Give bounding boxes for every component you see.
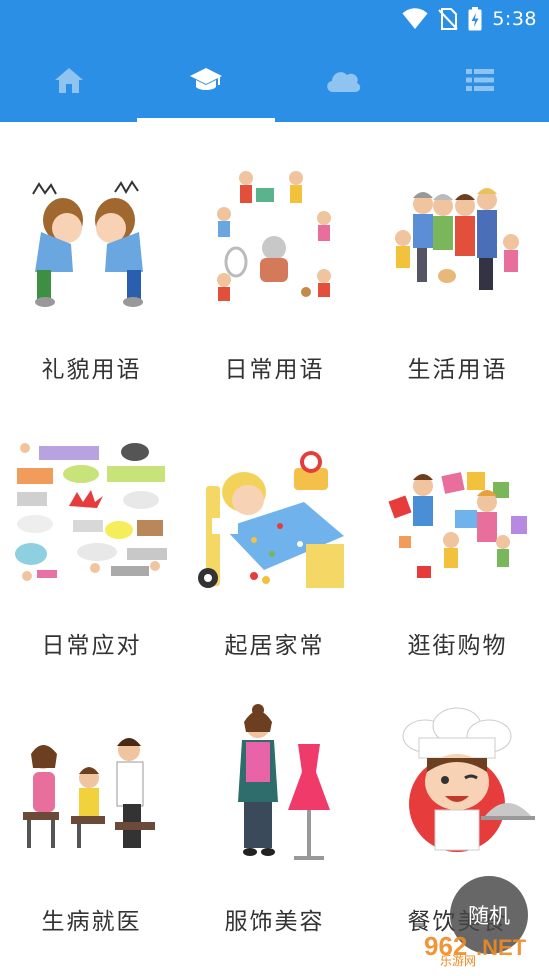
tab-learn[interactable] <box>137 38 275 122</box>
bowing-kids-illustration <box>32 180 143 307</box>
category-daily-phrases[interactable]: 日常用语 <box>183 122 366 398</box>
category-fashion-beauty[interactable]: 服饰美容 <box>183 674 366 950</box>
daily-life-collage-illustration <box>217 171 331 301</box>
category-label: 服饰美容 <box>224 909 325 935</box>
category-grid: 礼貌用语 日常用语 生活用语 日常应对 起居家常 逛街购物 生病就医 服饰美容 <box>0 122 549 976</box>
list-icon <box>466 68 495 92</box>
category-shopping[interactable]: 逛街购物 <box>366 398 549 674</box>
child-in-bed-illustration <box>198 451 344 588</box>
wifi-icon <box>402 8 428 30</box>
cloud-icon <box>324 67 362 93</box>
family-group-illustration <box>395 188 519 290</box>
category-daily-responses[interactable]: 日常应对 <box>0 398 183 674</box>
category-label: 日常用语 <box>224 357 325 383</box>
chef-illustration <box>402 707 535 852</box>
category-polite-phrases[interactable]: 礼貌用语 <box>0 122 183 398</box>
speech-bubbles-illustration <box>15 443 167 581</box>
category-label: 礼貌用语 <box>41 357 142 383</box>
tab-cloud[interactable] <box>275 38 412 122</box>
category-life-phrases[interactable]: 生活用语 <box>366 122 549 398</box>
clock: 5:38 <box>492 8 537 30</box>
no-sim-icon <box>438 8 459 30</box>
category-home-life[interactable]: 起居家常 <box>183 398 366 674</box>
svg-text:.NET: .NET <box>476 935 527 960</box>
graduation-cap-icon <box>189 66 223 94</box>
battery-charging-icon <box>468 7 482 31</box>
home-icon <box>54 66 84 94</box>
tab-list[interactable] <box>412 38 549 122</box>
status-icons: 5:38 <box>402 6 537 32</box>
category-label: 逛街购物 <box>407 633 508 659</box>
category-label: 日常应对 <box>41 633 142 659</box>
category-see-doctor[interactable]: 生病就医 <box>0 674 183 950</box>
tab-home[interactable] <box>0 38 137 122</box>
tailor-mannequin-illustration <box>238 704 330 860</box>
site-watermark-logo: 962 .NET <box>424 931 527 961</box>
shopping-family-illustration <box>388 472 527 578</box>
watermark-text: 乐游网 <box>440 954 477 968</box>
tab-bar <box>0 38 549 122</box>
category-label: 生活用语 <box>407 357 508 383</box>
status-bar: 5:38 <box>0 0 549 38</box>
doctor-visit-illustration <box>23 738 155 848</box>
category-label: 生病就医 <box>41 909 142 935</box>
category-label: 起居家常 <box>224 633 325 659</box>
